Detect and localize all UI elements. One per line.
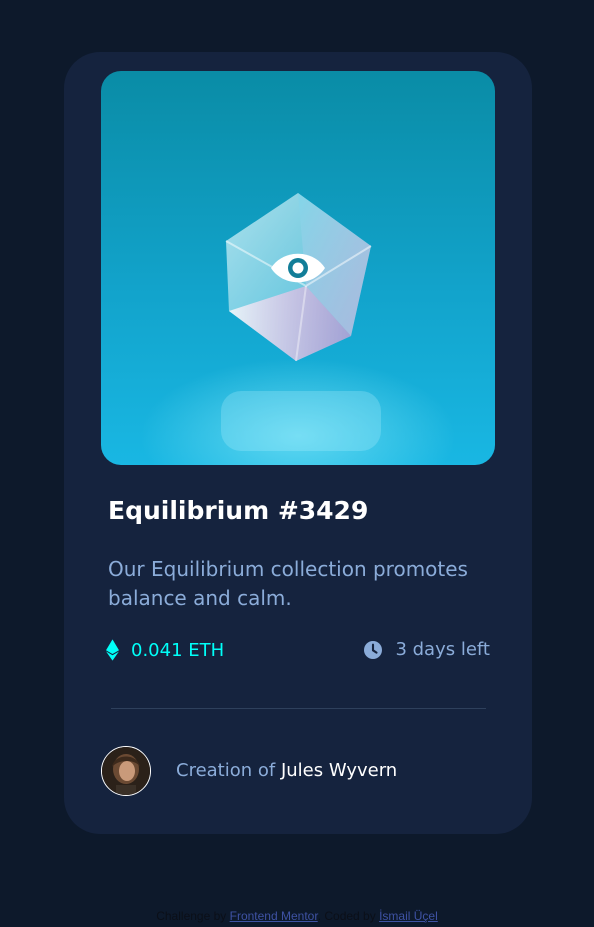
author-link[interactable]: İsmail Üçel: [379, 909, 438, 923]
nft-preview-card: Equilibrium #3429 Our Equilibrium collec…: [64, 52, 532, 834]
clock-icon: [364, 640, 383, 659]
avatar: [101, 746, 151, 796]
price-value: 0.041 ETH: [131, 639, 225, 661]
attribution: Challenge by Frontend Mentor. Coded by İ…: [0, 909, 594, 923]
time-info: 3 days left: [364, 639, 490, 660]
attribution-prefix: Challenge by: [156, 909, 227, 923]
creator-prefix: Creation of: [176, 760, 276, 781]
ethereum-icon: [106, 639, 119, 661]
price-info: 0.041 ETH: [106, 639, 224, 661]
divider: [111, 708, 486, 709]
creator-info: Creation of Jules Wyvern: [176, 760, 397, 781]
attribution-middle: . Coded by: [317, 909, 376, 923]
card-title[interactable]: Equilibrium #3429: [108, 496, 368, 525]
time-left-value: 3 days left: [395, 639, 490, 660]
card-description: Our Equilibrium collection promotes bala…: [108, 557, 468, 610]
equilibrium-image[interactable]: [101, 71, 495, 465]
creator-name-link[interactable]: Jules Wyvern: [281, 760, 397, 781]
frontend-mentor-link[interactable]: Frontend Mentor: [230, 909, 318, 923]
